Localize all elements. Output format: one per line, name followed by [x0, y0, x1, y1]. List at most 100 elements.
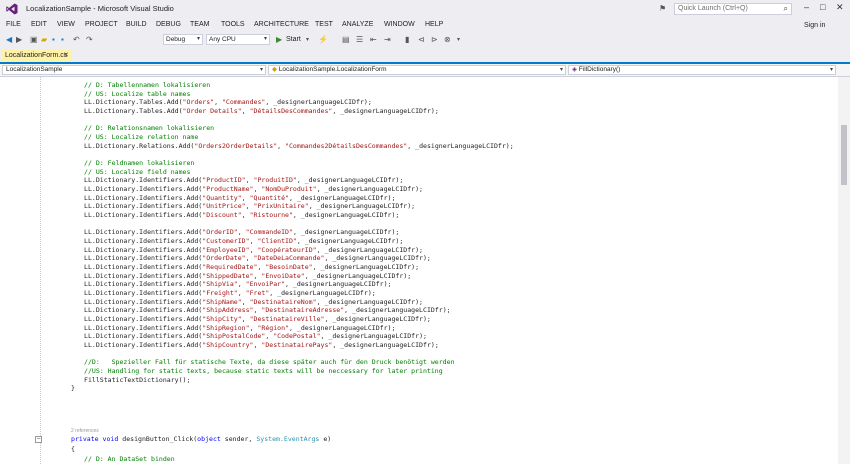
open-file-icon[interactable]: ▰ [41, 35, 47, 45]
project-dropdown[interactable]: LocalizationSample ▾ [2, 65, 266, 75]
feedback-flag-icon[interactable]: ⚑ [659, 4, 666, 13]
save-all-icon[interactable]: ▪ [61, 35, 64, 45]
code-token: LL.Dictionary.Identifiers.Add( [84, 263, 203, 272]
redo-icon[interactable]: ↷ [86, 35, 93, 45]
code-comment: // US: Localize table names [84, 89, 191, 98]
member-dropdown[interactable]: ◈ FillDictionary() ▾ [568, 65, 836, 75]
code-editor[interactable]: − 2 references // D: Tabellennamen lokal… [0, 77, 838, 464]
code-token: LL.Dictionary.Identifiers.Add( [84, 323, 203, 332]
code-token: LL.Dictionary.Identifiers.Add( [84, 254, 203, 263]
code-token: LL.Dictionary.Tables.Add( [84, 98, 183, 107]
code-line: LL.Dictionary.Identifiers.Add("UnitPrice… [84, 202, 415, 211]
back-icon[interactable]: ◀ [6, 35, 12, 45]
tab-label: LocalizationForm.cs [5, 52, 68, 59]
code-string: "Order Details" [182, 107, 242, 115]
menu-debug[interactable]: DEBUG [156, 21, 181, 28]
code-token: , _designerLanguageLCIDfr); [316, 297, 424, 306]
code-string: "ProductName" [202, 185, 254, 194]
code-token: , [241, 211, 250, 220]
code-string: "NomDuProduit" [261, 185, 317, 194]
menu-build[interactable]: BUILD [126, 21, 147, 28]
code-keyword: void [102, 435, 119, 443]
save-icon[interactable]: ▪ [52, 35, 55, 45]
code-line: // D: Relationsnamen lokalisieren [84, 124, 214, 133]
code-string: "ProductID" [202, 176, 246, 185]
code-string: "Freight" [202, 289, 238, 298]
code-token: , [214, 98, 222, 107]
code-string: "Commandes2DétailsDesCommandes" [285, 141, 408, 150]
solution-platform-dropdown[interactable]: Any CPU ▾ [206, 34, 270, 45]
menu-analyze[interactable]: ANALYZE [342, 21, 373, 28]
code-line: } [71, 384, 75, 393]
code-line: LL.Dictionary.Identifiers.Add("ShipCount… [84, 341, 439, 350]
code-line: // US: Localize relation name [84, 133, 198, 142]
solution-configuration-dropdown[interactable]: Debug ▾ [163, 34, 203, 45]
menu-window[interactable]: WINDOW [384, 21, 415, 28]
bookmark-icon[interactable]: ▮ [405, 35, 409, 45]
toggle-comment-icon[interactable]: ☰ [356, 35, 363, 45]
start-icon[interactable]: ▶ [276, 35, 282, 45]
scrollbar-thumb[interactable] [841, 125, 847, 185]
code-token: , _designerLanguageLCIDfr); [316, 185, 424, 194]
sign-in-link[interactable]: Sign in [804, 22, 825, 29]
start-dropdown-icon[interactable]: ▾ [306, 35, 309, 45]
code-token: , _designerLanguageLCIDfr); [292, 228, 400, 237]
code-token: , _designerLanguageLCIDfr); [288, 193, 396, 202]
code-string: "ShipName" [202, 297, 242, 306]
code-line: LL.Dictionary.Identifiers.Add("OrderDate… [84, 254, 431, 263]
menu-help[interactable]: HELP [425, 21, 443, 28]
menu-file[interactable]: FILE [6, 21, 21, 28]
clear-bookmarks-icon[interactable]: ⊗ [444, 35, 451, 45]
code-line: // US: Localize field names [84, 168, 190, 177]
menu-project[interactable]: PROJECT [85, 21, 118, 28]
menu-tools[interactable]: TOOLS [221, 21, 245, 28]
code-token: , [245, 254, 254, 263]
chevron-down-icon: ▾ [259, 67, 263, 73]
menu-architecture[interactable]: ARCHITECTURE [254, 21, 309, 28]
menu-view[interactable]: VIEW [57, 21, 75, 28]
close-tab-icon[interactable]: ✕ [63, 49, 69, 62]
code-token: , _designerLanguageLCIDfr); [289, 323, 396, 332]
code-token: LL.Dictionary.Identifiers.Add( [84, 332, 203, 341]
forward-icon[interactable]: ▶ [16, 35, 22, 45]
code-token: , _designerLanguageLCIDfr); [407, 141, 514, 150]
vertical-scrollbar[interactable] [838, 77, 850, 464]
previous-bookmark-icon[interactable]: ⊲ [418, 35, 425, 45]
undo-icon[interactable]: ↶ [73, 35, 80, 45]
code-token: , [237, 289, 246, 298]
minimize-icon[interactable]: – [804, 2, 809, 12]
menu-test[interactable]: TEST [315, 21, 333, 28]
code-token: , _designerLanguageLCIDfr); [308, 202, 416, 211]
find-in-files-icon[interactable]: ▤ [342, 35, 350, 45]
code-lens-references[interactable]: 2 references [71, 428, 99, 434]
menu-edit[interactable]: EDIT [31, 21, 47, 28]
code-string: "Orders" [182, 98, 215, 107]
decrease-indent-icon[interactable]: ⇤ [370, 35, 377, 45]
code-keyword: object [197, 435, 221, 443]
quick-launch-input[interactable]: Quick Launch (Ctrl+Q) ⌕ [674, 3, 792, 15]
start-button[interactable]: Start [286, 35, 301, 45]
close-icon[interactable]: ✕ [836, 2, 844, 13]
collapse-region-icon[interactable]: − [35, 436, 42, 443]
code-line: LL.Dictionary.Identifiers.Add("ShipPosta… [84, 332, 427, 341]
project-dropdown-value: LocalizationSample [6, 66, 63, 73]
code-line: { [71, 445, 75, 454]
code-string: "ShipRegion" [202, 323, 250, 332]
code-comment: //US: Handling for static texts, because… [84, 367, 443, 376]
code-line: LL.Dictionary.Identifiers.Add("ShipName"… [84, 298, 423, 307]
menu-team[interactable]: TEAM [190, 21, 209, 28]
code-token: e) [319, 435, 332, 443]
next-bookmark-icon[interactable]: ⊳ [431, 35, 438, 45]
code-token: } [71, 384, 75, 393]
increase-indent-icon[interactable]: ⇥ [384, 35, 391, 45]
tab-localizationform-cs[interactable]: LocalizationForm.cs ✕ [2, 49, 72, 62]
new-project-icon[interactable]: ▣ [30, 35, 38, 45]
maximize-icon[interactable]: □ [820, 2, 825, 12]
code-string: "ShipCity" [202, 315, 242, 324]
class-dropdown[interactable]: ◆ LocalizationSample.LocalizationForm ▾ [268, 65, 566, 75]
class-icon: ◆ [272, 66, 277, 73]
code-token: , [237, 280, 246, 289]
code-string: "ShipPostalCode" [202, 332, 266, 341]
browser-link-icon[interactable]: ⚡ [318, 35, 328, 45]
toolbar-options-icon[interactable]: ▾ [457, 35, 460, 45]
